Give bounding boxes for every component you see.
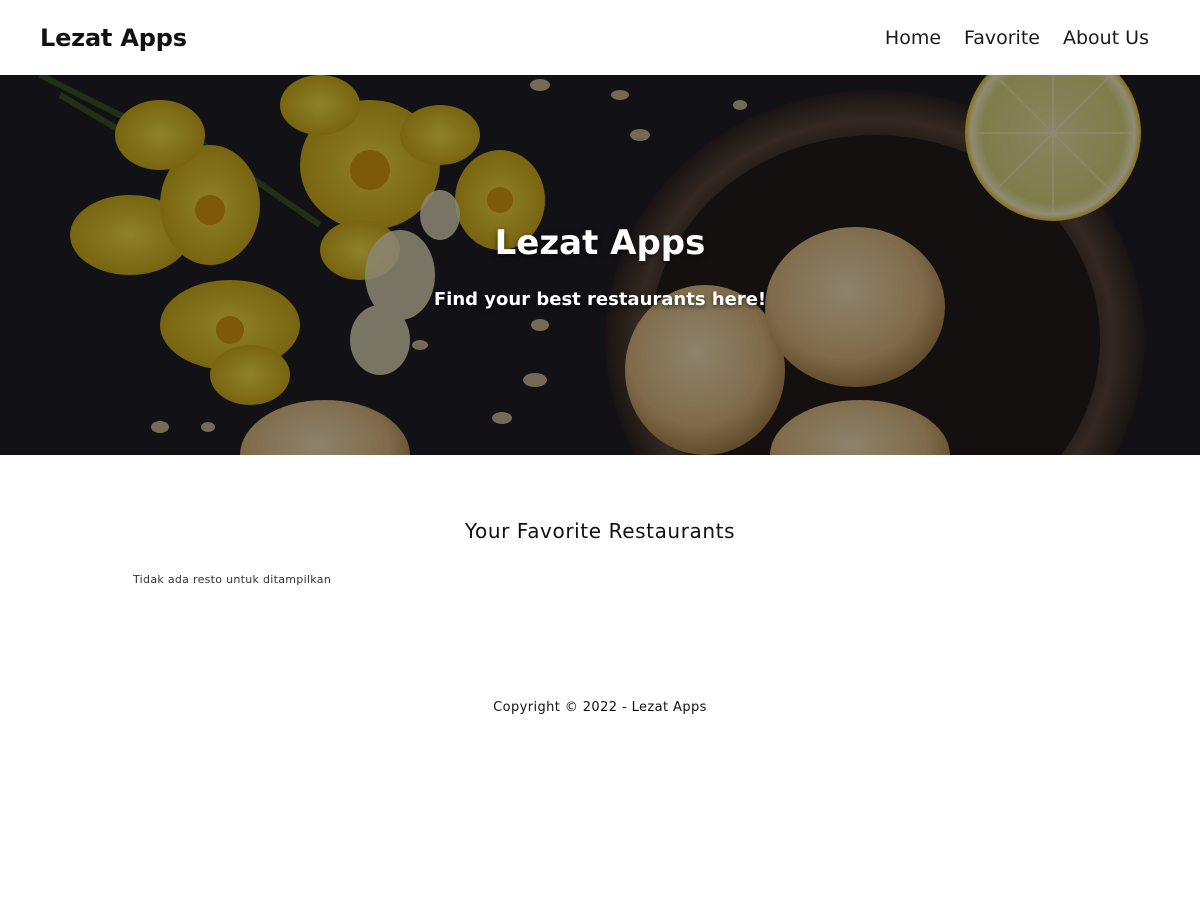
- nav-link-about[interactable]: About Us: [1063, 27, 1149, 49]
- copyright-text: Copyright © 2022 - Lezat Apps: [493, 700, 707, 715]
- empty-state-message: Tidak ada resto untuk ditampilkan: [133, 573, 332, 586]
- app-bar: Lezat Apps Home Favorite About Us: [0, 0, 1200, 75]
- hero-subtitle: Find your best restaurants here!: [433, 289, 767, 310]
- nav-link-home[interactable]: Home: [885, 27, 941, 49]
- hero-banner: Lezat Apps Find your best restaurants he…: [0, 75, 1200, 455]
- hero-text: Lezat Apps Find your best restaurants he…: [0, 75, 1200, 455]
- footer: Copyright © 2022 - Lezat Apps: [0, 698, 1200, 718]
- brand-logo[interactable]: Lezat Apps: [40, 24, 187, 52]
- main-nav: Home Favorite About Us: [885, 27, 1149, 49]
- hero-title: Lezat Apps: [494, 223, 706, 263]
- section-title: Your Favorite Restaurants: [464, 519, 736, 543]
- nav-link-favorite[interactable]: Favorite: [964, 27, 1040, 49]
